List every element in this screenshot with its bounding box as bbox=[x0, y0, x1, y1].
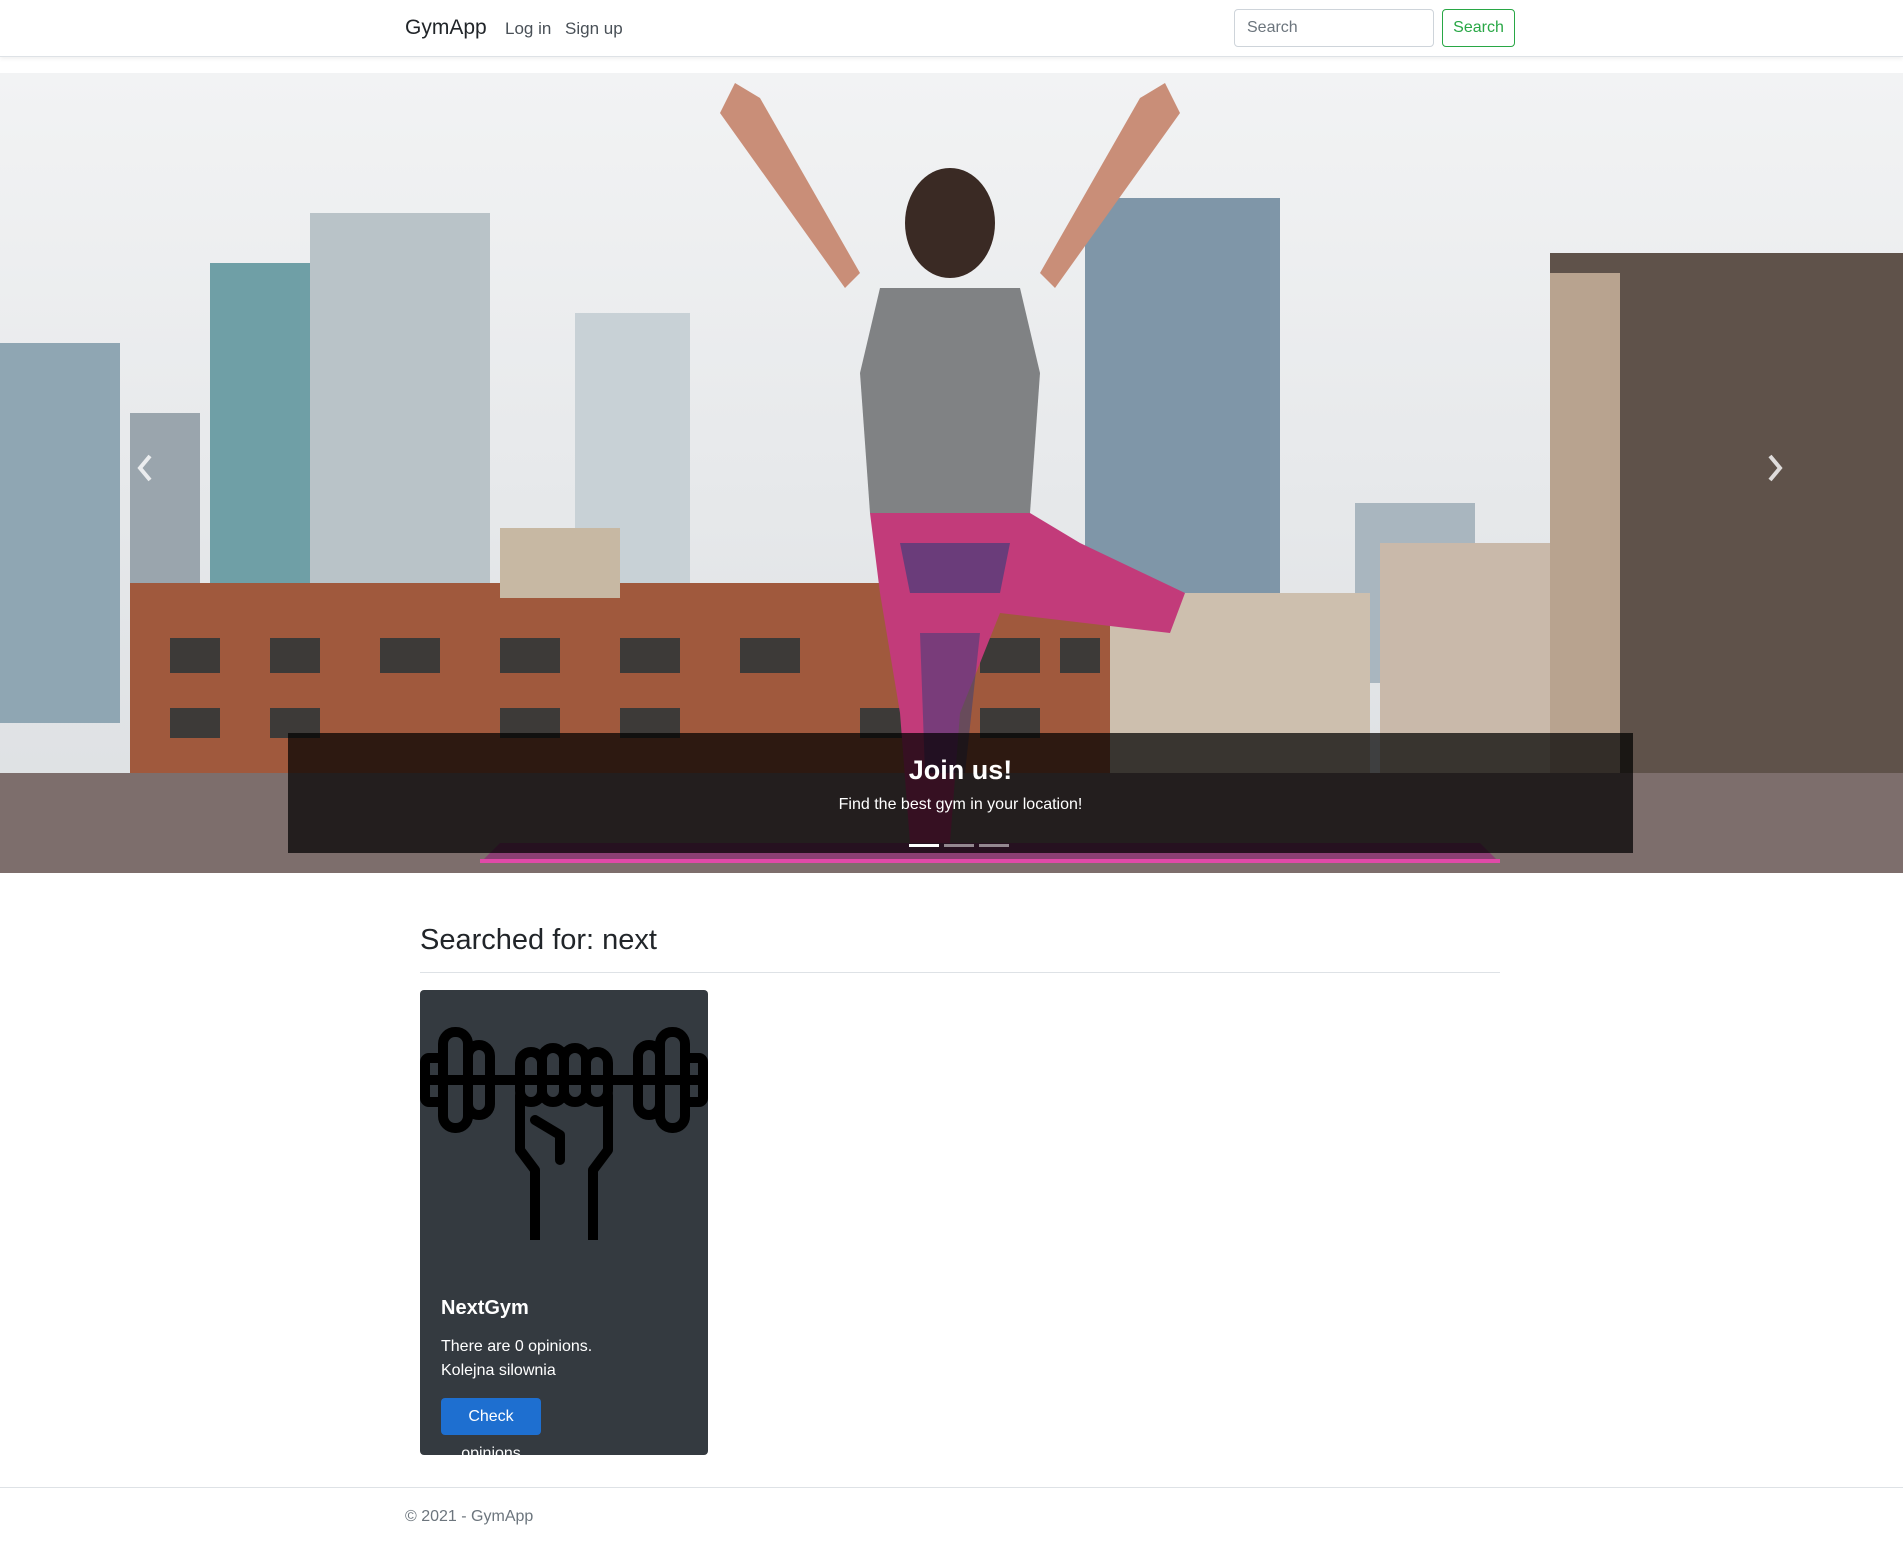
carousel-next-icon[interactable] bbox=[1760, 448, 1790, 488]
navbar: GymApp Log in Sign up Search bbox=[0, 0, 1903, 57]
carousel-indicator-3[interactable] bbox=[979, 844, 1009, 847]
carousel-prev-icon[interactable] bbox=[130, 448, 160, 488]
search-button[interactable]: Search bbox=[1442, 9, 1515, 47]
footer-text: © 2021 - GymApp bbox=[405, 1508, 534, 1525]
caption-text: Find the best gym in your location! bbox=[838, 796, 1083, 813]
results-heading: Searched for: next bbox=[420, 924, 657, 956]
brand-link[interactable]: GymApp bbox=[405, 16, 487, 40]
nav-signup-link[interactable]: Sign up bbox=[565, 19, 623, 39]
gym-card: NextGym There are 0 opinions. Kolejna si… bbox=[420, 990, 708, 1455]
check-opinions-button[interactable]: Check opinions bbox=[441, 1398, 541, 1455]
caption-title: Join us! bbox=[908, 755, 1013, 785]
carousel-caption: Join us! Find the best gym in your locat… bbox=[288, 733, 1633, 853]
search-input[interactable] bbox=[1234, 9, 1434, 47]
nav-login-link[interactable]: Log in bbox=[505, 19, 551, 39]
hero-carousel: Join us! Find the best gym in your locat… bbox=[0, 73, 1903, 873]
carousel-indicator-2[interactable] bbox=[944, 844, 974, 847]
card-description: Kolejna silownia bbox=[441, 1362, 556, 1379]
card-body-text: There are 0 opinions. Kolejna silownia bbox=[441, 1335, 592, 1383]
card-opinions-text: There are 0 opinions. bbox=[441, 1338, 593, 1355]
dumbbell-fist-icon bbox=[420, 1027, 708, 1240]
footer-divider bbox=[0, 1487, 1903, 1488]
results-divider bbox=[420, 972, 1500, 973]
card-title: NextGym bbox=[441, 1297, 529, 1319]
carousel-indicator-1[interactable] bbox=[909, 844, 939, 847]
